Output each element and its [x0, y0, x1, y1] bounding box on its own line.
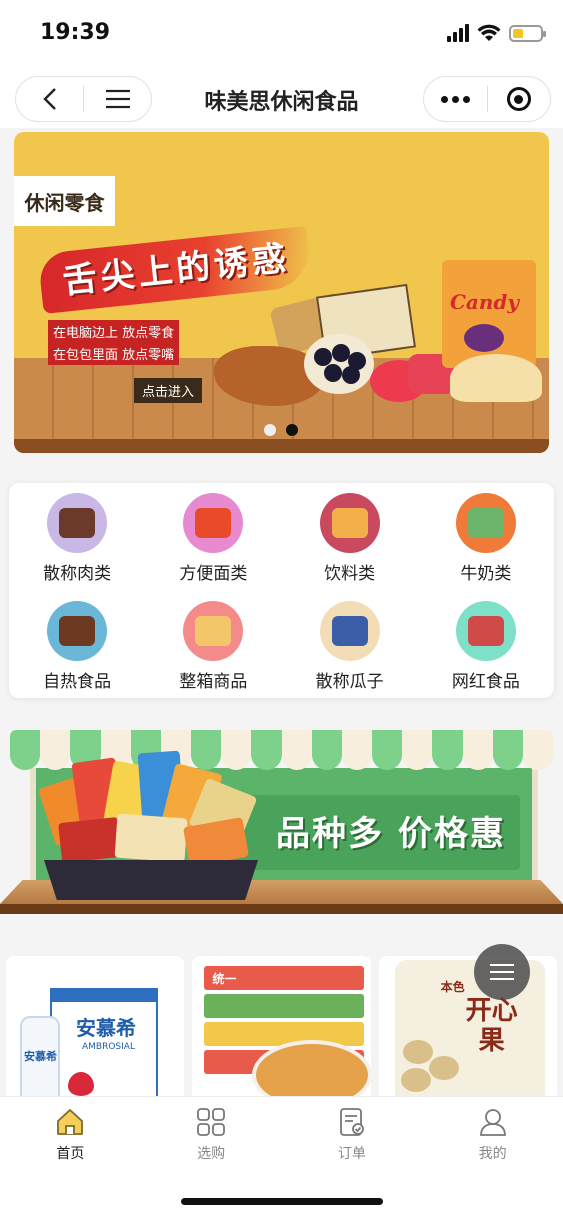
product-brand-sub: AMBROSIAL [82, 1042, 135, 1052]
banner-line-1: 在电脑边上 放点零食 [48, 320, 180, 343]
category-item-self-heating[interactable]: 自热食品 [9, 599, 145, 706]
tab-label: 首页 [56, 1146, 85, 1162]
category-label: 饮料类 [324, 564, 376, 584]
meat-snack-icon [47, 493, 108, 553]
tab-label: 选购 [197, 1146, 226, 1162]
promo-banner[interactable]: 品种多 价格惠 [0, 730, 563, 915]
grid-icon [196, 1107, 226, 1137]
pager-dot[interactable] [264, 424, 276, 436]
category-grid: 散称肉类 方便面类 饮料类 牛奶类 自热食品 整箱商品 散称瓜子 网红食品 [9, 483, 554, 698]
more-dots-icon [440, 95, 470, 103]
candy-label: Candy [450, 290, 520, 314]
nav-bar: 味美思休闲食品 [0, 70, 563, 128]
category-item-drinks[interactable]: 饮料类 [282, 491, 418, 599]
self-heating-food-icon [47, 601, 108, 661]
category-item-seeds[interactable]: 散称瓜子 [282, 599, 418, 706]
boxed-goods-icon [183, 601, 244, 661]
hamburger-icon [105, 89, 130, 109]
category-label: 自热食品 [43, 672, 112, 692]
product-tag: 本色 [440, 980, 465, 994]
floating-menu-button[interactable] [474, 944, 530, 1000]
nav-capsule-left [15, 76, 152, 122]
tab-mine[interactable]: 我的 [422, 1097, 563, 1218]
category-label: 整箱商品 [179, 672, 248, 692]
status-time: 19:39 [40, 20, 111, 45]
more-button[interactable] [424, 77, 487, 121]
back-arrow-icon [42, 88, 56, 110]
product-title: 开心果 [465, 996, 518, 1056]
home-icon [55, 1107, 85, 1137]
user-icon [478, 1107, 508, 1137]
category-item-noodles[interactable]: 方便面类 [145, 491, 281, 599]
product-brand: 统一 [212, 972, 237, 986]
back-button[interactable] [16, 77, 83, 121]
category-item-boxed[interactable]: 整箱商品 [145, 599, 281, 706]
snack-basket-image [30, 750, 270, 900]
status-icons [447, 24, 546, 42]
product-card[interactable]: 安慕希 AMBROSIAL 安慕希 [6, 956, 185, 1096]
trending-food-icon [455, 601, 516, 661]
battery-icon [509, 24, 546, 42]
cookies-image [450, 354, 542, 402]
bottle-label: 安慕希 [24, 1050, 57, 1063]
category-label: 方便面类 [179, 564, 248, 584]
tab-label: 我的 [478, 1146, 507, 1162]
category-item-trending[interactable]: 网红食品 [418, 599, 554, 706]
home-indicator [181, 1198, 383, 1205]
order-icon [337, 1107, 367, 1137]
category-item-meat[interactable]: 散称肉类 [9, 491, 145, 599]
instant-noodles-icon [183, 493, 244, 553]
banner-pager [264, 424, 298, 436]
wifi-icon [477, 24, 501, 41]
miniprogram-capsule [423, 76, 551, 122]
drinks-icon [319, 493, 380, 553]
tab-label: 订单 [337, 1146, 366, 1162]
hero-banner[interactable]: 休闲零食 舌尖上的诱惑 在电脑边上 放点零食 在包包里面 放点零嘴 点击进入 C… [14, 132, 549, 453]
signal-icon [447, 24, 469, 42]
menu-button[interactable] [84, 77, 151, 121]
seeds-icon [319, 601, 380, 661]
category-label: 牛奶类 [460, 564, 512, 584]
olive-bowl-image [304, 334, 374, 394]
category-label: 网红食品 [451, 672, 520, 692]
product-card[interactable]: 本色 开心果 [378, 956, 557, 1096]
milk-icon [455, 493, 516, 553]
tab-home[interactable]: 首页 [0, 1097, 141, 1218]
app-screen: 19:39 味美思休闲食品 休闲零食 舌尖上的诱惑 在电脑边上 放点零食 在包包… [0, 0, 563, 1218]
banner-line-2: 在包包里面 放点零嘴 [48, 342, 180, 365]
banner-tag: 休闲零食 [14, 176, 115, 226]
banner-enter-button[interactable]: 点击进入 [134, 378, 203, 403]
close-miniprogram-button[interactable] [488, 77, 551, 121]
status-bar: 19:39 [0, 0, 563, 70]
candy-bag-image: Candy [442, 260, 536, 368]
pager-dot-active[interactable] [286, 424, 298, 436]
product-card[interactable]: 统一 [192, 956, 371, 1096]
product-brand: 安慕希 [76, 1016, 136, 1040]
promo-text: 品种多 价格惠 [276, 814, 506, 854]
category-item-milk[interactable]: 牛奶类 [418, 491, 554, 599]
category-label: 散称瓜子 [315, 672, 384, 692]
target-icon [506, 87, 531, 111]
category-label: 散称肉类 [43, 564, 112, 584]
